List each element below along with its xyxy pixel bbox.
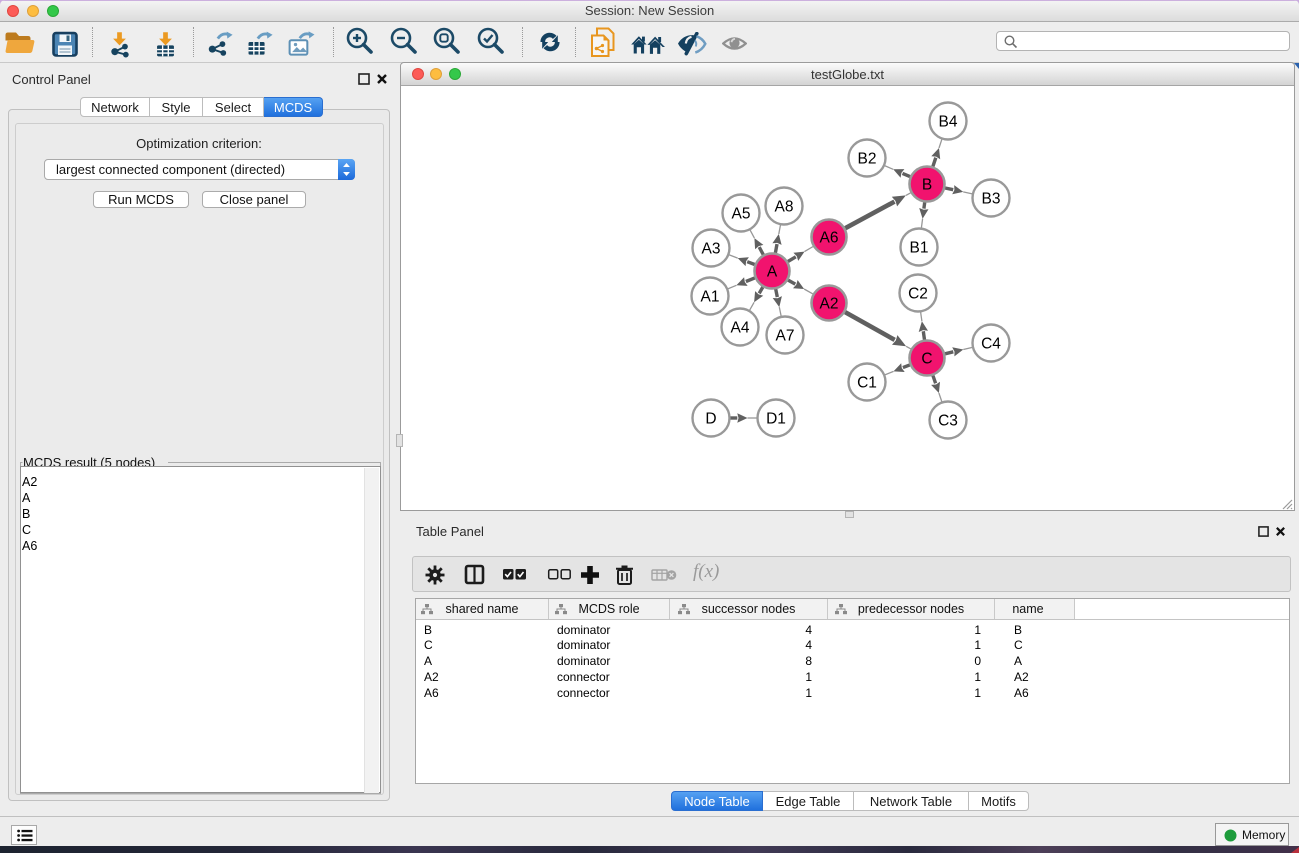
svg-text:A4: A4 (731, 320, 750, 337)
svg-text:A3: A3 (702, 241, 721, 258)
svg-text:A7: A7 (776, 328, 795, 345)
svg-text:A2: A2 (820, 296, 839, 313)
svg-text:B4: B4 (939, 114, 958, 131)
svg-text:C3: C3 (938, 413, 958, 430)
svg-text:C1: C1 (857, 375, 877, 392)
svg-text:D: D (705, 411, 716, 428)
svg-text:A8: A8 (775, 199, 794, 216)
svg-text:A: A (767, 264, 778, 281)
svg-text:C2: C2 (908, 286, 928, 303)
svg-text:A6: A6 (820, 230, 839, 247)
svg-text:B2: B2 (858, 151, 877, 168)
svg-text:A5: A5 (732, 206, 751, 223)
svg-text:D1: D1 (766, 411, 786, 428)
svg-text:B3: B3 (982, 191, 1001, 208)
svg-text:B1: B1 (910, 240, 929, 257)
svg-text:A1: A1 (701, 289, 720, 306)
svg-text:C4: C4 (981, 336, 1001, 353)
svg-text:C: C (921, 351, 932, 368)
svg-text:B: B (922, 177, 932, 194)
